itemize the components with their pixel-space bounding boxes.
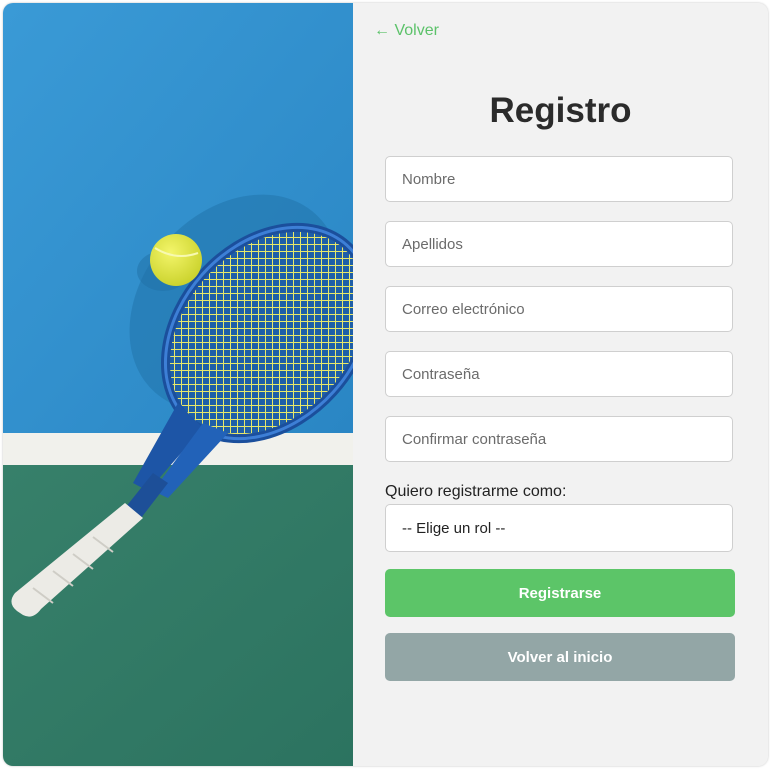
register-card: ← Volver Registro Quiero registrarme com… <box>3 3 768 766</box>
role-select-value: -- Elige un rol -- <box>402 519 506 537</box>
password-input[interactable] <box>385 351 733 397</box>
register-button-label: Registrarse <box>518 584 602 602</box>
email-input[interactable] <box>385 286 733 332</box>
tennis-court-image <box>3 3 353 766</box>
page-title: Registro <box>489 91 632 130</box>
first-name-input[interactable] <box>385 156 733 202</box>
back-home-button[interactable]: Volver al inicio <box>385 633 735 681</box>
register-button[interactable]: Registrarse <box>385 569 735 617</box>
back-home-button-label: Volver al inicio <box>507 648 613 666</box>
registration-form-panel: ← Volver Registro Quiero registrarme com… <box>353 3 768 766</box>
confirm-password-input[interactable] <box>385 416 733 462</box>
back-link[interactable]: ← Volver <box>374 22 439 40</box>
role-select[interactable]: -- Elige un rol -- <box>385 504 733 552</box>
last-name-input[interactable] <box>385 221 733 267</box>
role-label: Quiero registrarme como: <box>385 483 567 500</box>
